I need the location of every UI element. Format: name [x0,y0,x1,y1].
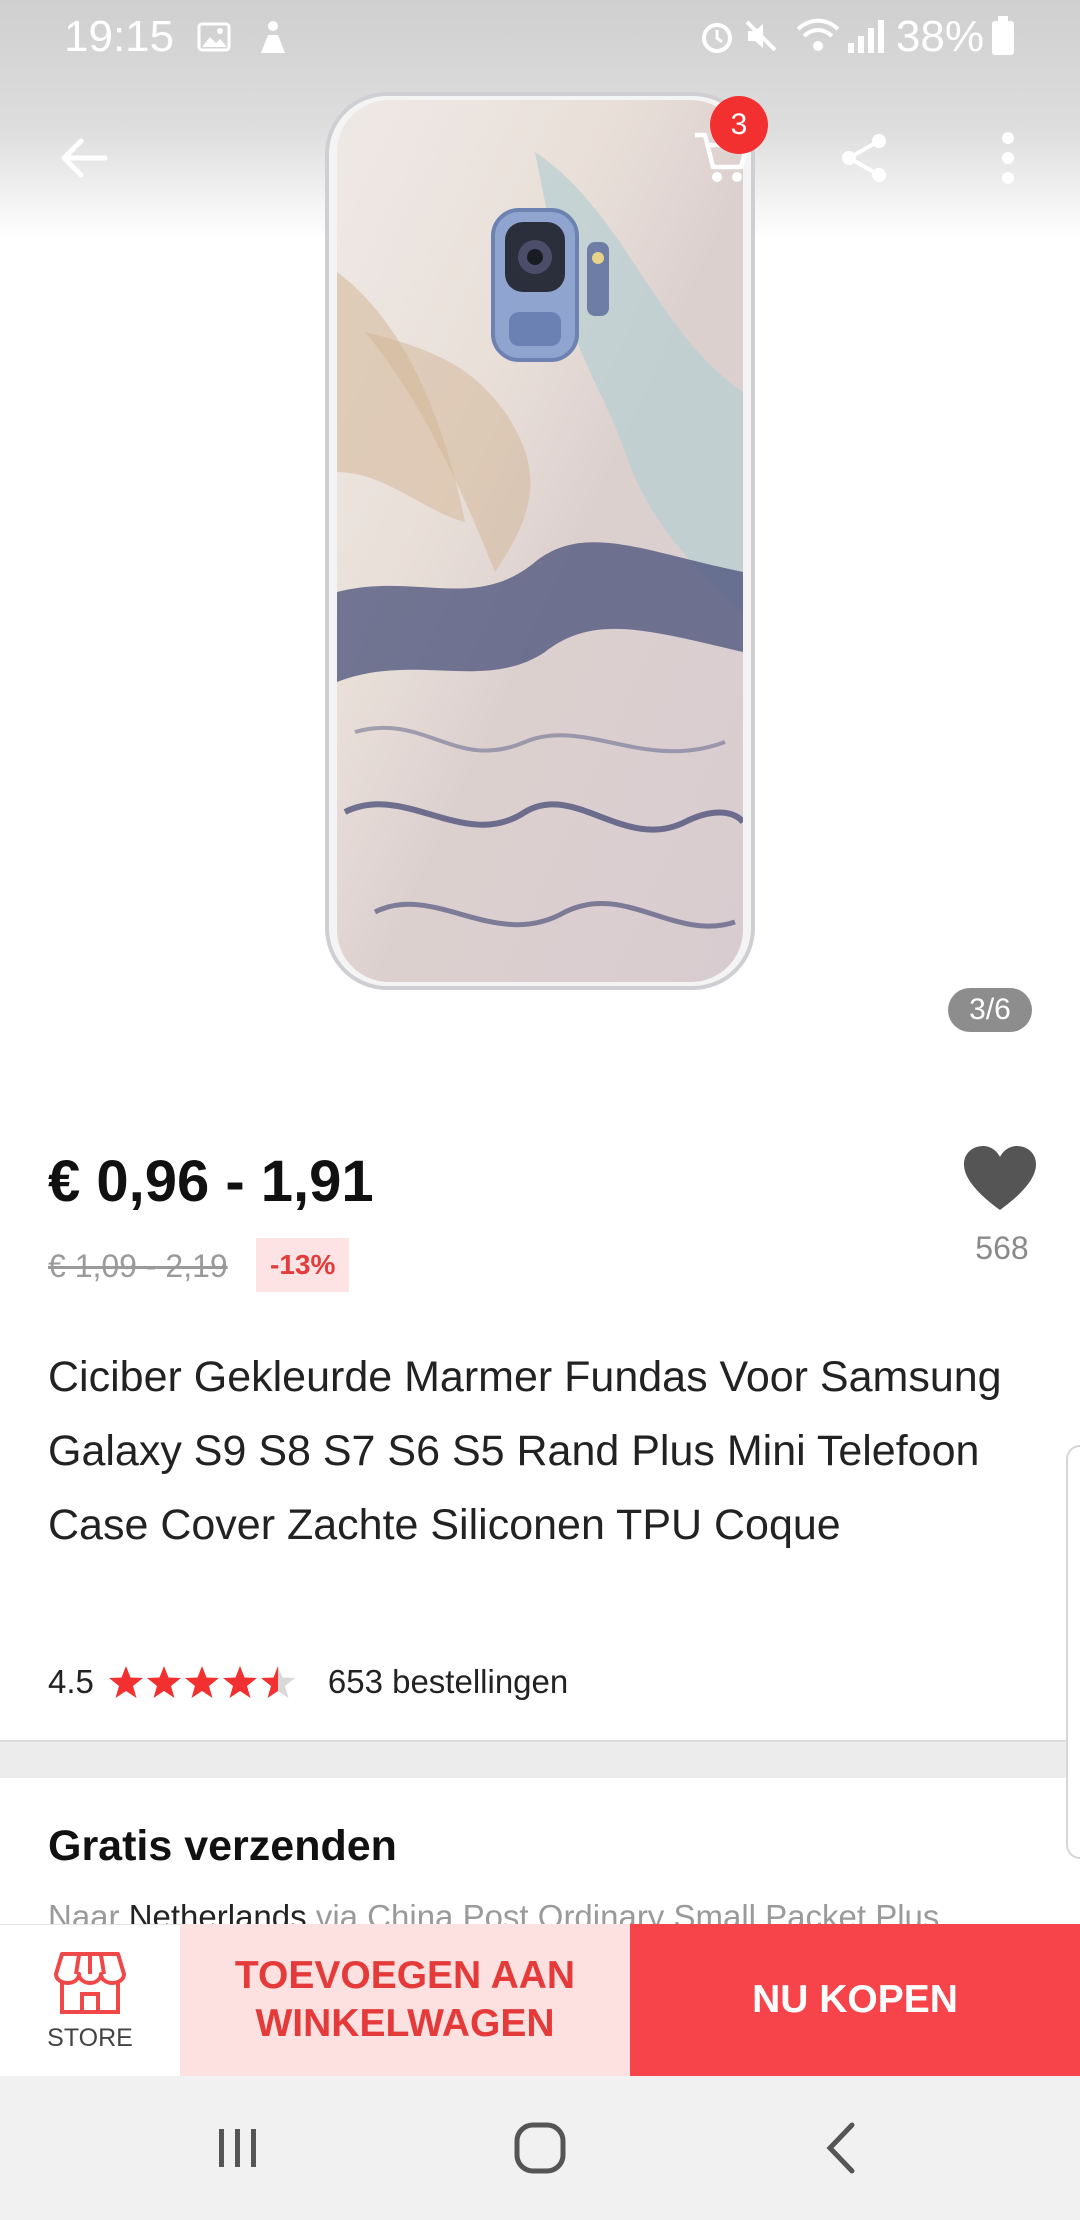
buy-now-button[interactable]: NU KOPEN [630,1924,1080,2076]
original-price: € 1,09 - 2,19 [48,1248,228,1284]
price-range: € 0,96 - 1,91 [48,1149,374,1214]
product-image [325,92,755,990]
back-button[interactable] [36,110,132,206]
system-back-button[interactable] [772,2076,912,2220]
recent-apps-icon [219,2129,256,2167]
more-vertical-icon [1002,132,1014,184]
status-time: 19:15 [64,12,175,61]
shipping-title[interactable]: Gratis verzenden [48,1822,397,1871]
half-star-icon [260,1666,295,1698]
status-bar: 19:15 38% [0,0,1080,72]
recent-apps-button[interactable] [168,2076,308,2220]
wishlist-count: 568 [975,1230,1029,1266]
battery-icon [990,16,1016,67]
wishlist-button[interactable] [960,1140,1040,1220]
discount-badge: -13% [256,1238,350,1292]
section-separator [0,1742,1080,1778]
signal-icon [846,16,886,66]
order-count: 653 bestellingen [327,1663,569,1700]
star-icon [108,1666,143,1698]
bottom-action-bar: STORE TOEVOEGEN AAN WINKELWAGEN NU KOPEN [0,1924,1080,2077]
top-bar [0,110,1080,200]
star-icon [222,1666,257,1698]
wifi-icon [796,16,840,66]
accessibility-icon [256,16,290,66]
home-button[interactable] [470,2076,610,2220]
cart-count-badge: 3 [710,96,768,154]
alarm-icon [698,16,736,66]
rating-stars [108,1665,298,1699]
rating-value: 4.5 [48,1663,94,1700]
home-icon [514,2122,566,2174]
system-navigation-bar [0,2076,1080,2220]
add-to-cart-button[interactable]: TOEVOEGEN AAN WINKELWAGEN [180,1924,630,2076]
store-label: STORE [47,2023,133,2052]
system-back-icon [826,2122,855,2174]
product-title: Ciciber Gekleurde Marmer Fundas Voor Sam… [48,1353,1002,1549]
side-scroll-handle[interactable] [1066,1445,1080,1859]
heart-icon [964,1146,1036,1210]
product-image-gallery[interactable]: 19:15 38% 3 3/6 [0,0,1080,1080]
image-counter: 3/6 [948,988,1032,1032]
rating-row[interactable]: 4.5 653 bestellingen [48,1660,568,1704]
mute-icon [742,16,780,66]
more-button[interactable] [960,110,1056,206]
battery-percent: 38% [895,12,984,61]
star-icon [146,1666,181,1698]
store-button[interactable]: STORE [0,1924,180,2077]
gallery-icon [196,16,232,66]
share-icon [842,134,886,182]
store-icon [54,1951,126,2014]
share-button[interactable] [816,110,912,206]
star-icon [184,1666,219,1698]
back-arrow-icon [61,138,108,178]
